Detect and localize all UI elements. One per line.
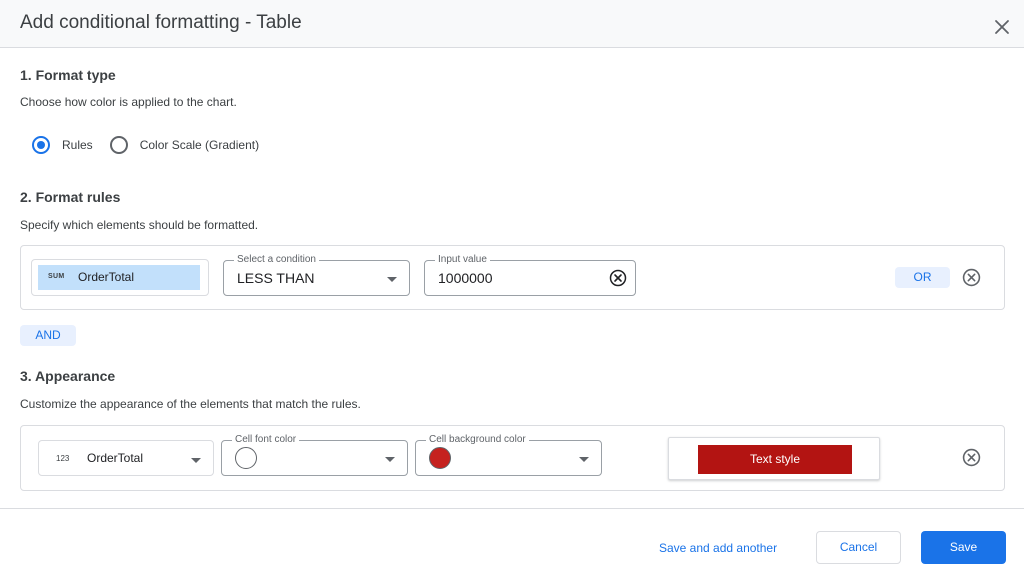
input-value-field[interactable]: Input value 1000000: [424, 254, 636, 296]
close-button[interactable]: [990, 15, 1014, 39]
dialog-header: Add conditional formatting - Table: [0, 0, 1024, 48]
format-type-radio-group: Rules Color Scale (Gradient): [32, 135, 259, 155]
condition-select-value: LESS THAN: [237, 270, 315, 286]
remove-appearance-icon[interactable]: [962, 448, 981, 467]
section-desc-appearance: Customize the appearance of the elements…: [20, 397, 361, 411]
cell-font-color-label: Cell font color: [232, 434, 300, 446]
save-button[interactable]: Save: [921, 531, 1006, 564]
appearance-field-name: OrderTotal: [87, 451, 144, 465]
input-value-label: Input value: [435, 254, 490, 266]
radio-color-scale[interactable]: [109, 136, 128, 154]
chevron-down-icon: [385, 457, 395, 462]
dialog-title: Add conditional formatting - Table: [20, 12, 302, 33]
radio-rules-label[interactable]: Rules: [62, 138, 93, 152]
section-desc-format-type: Choose how color is applied to the chart…: [20, 95, 237, 109]
close-icon: [995, 20, 1009, 34]
chevron-down-icon: [387, 277, 397, 282]
dialog-footer: Save and add another Cancel Save: [0, 508, 1024, 571]
chevron-down-icon: [579, 457, 589, 462]
remove-rule-icon[interactable]: [962, 268, 981, 287]
chevron-down-icon: [191, 458, 201, 463]
appearance-field-select[interactable]: 123 OrderTotal: [38, 440, 214, 476]
cancel-button[interactable]: Cancel: [816, 531, 901, 564]
background-color-swatch: [429, 447, 451, 469]
section-title-format-type: 1. Format type: [20, 67, 116, 83]
radio-rules[interactable]: [32, 136, 50, 154]
and-button[interactable]: AND: [20, 325, 76, 346]
text-style-preview: Text style: [668, 437, 880, 480]
section-title-appearance: 3. Appearance: [20, 368, 116, 384]
or-button[interactable]: OR: [895, 267, 950, 288]
condition-select[interactable]: Select a condition LESS THAN: [223, 254, 410, 296]
font-color-swatch: [235, 447, 257, 469]
field-type-badge: SUM: [48, 273, 65, 280]
cell-background-color-label: Cell background color: [426, 434, 529, 446]
clear-input-icon[interactable]: [609, 269, 627, 287]
cell-background-color-select[interactable]: Cell background color: [415, 434, 602, 476]
input-value-text: 1000000: [438, 270, 493, 286]
text-style-button[interactable]: Text style: [698, 445, 852, 474]
field-chip[interactable]: SUM OrderTotal: [38, 265, 200, 290]
radio-color-scale-label[interactable]: Color Scale (Gradient): [140, 138, 259, 152]
condition-select-label: Select a condition: [234, 254, 319, 266]
section-title-format-rules: 2. Format rules: [20, 189, 121, 205]
cell-font-color-select[interactable]: Cell font color: [221, 434, 408, 476]
save-and-add-another-button[interactable]: Save and add another: [659, 541, 777, 555]
field-type-badge: 123: [56, 454, 70, 463]
section-desc-format-rules: Specify which elements should be formatt…: [20, 218, 259, 232]
field-chip-label: OrderTotal: [78, 270, 135, 284]
